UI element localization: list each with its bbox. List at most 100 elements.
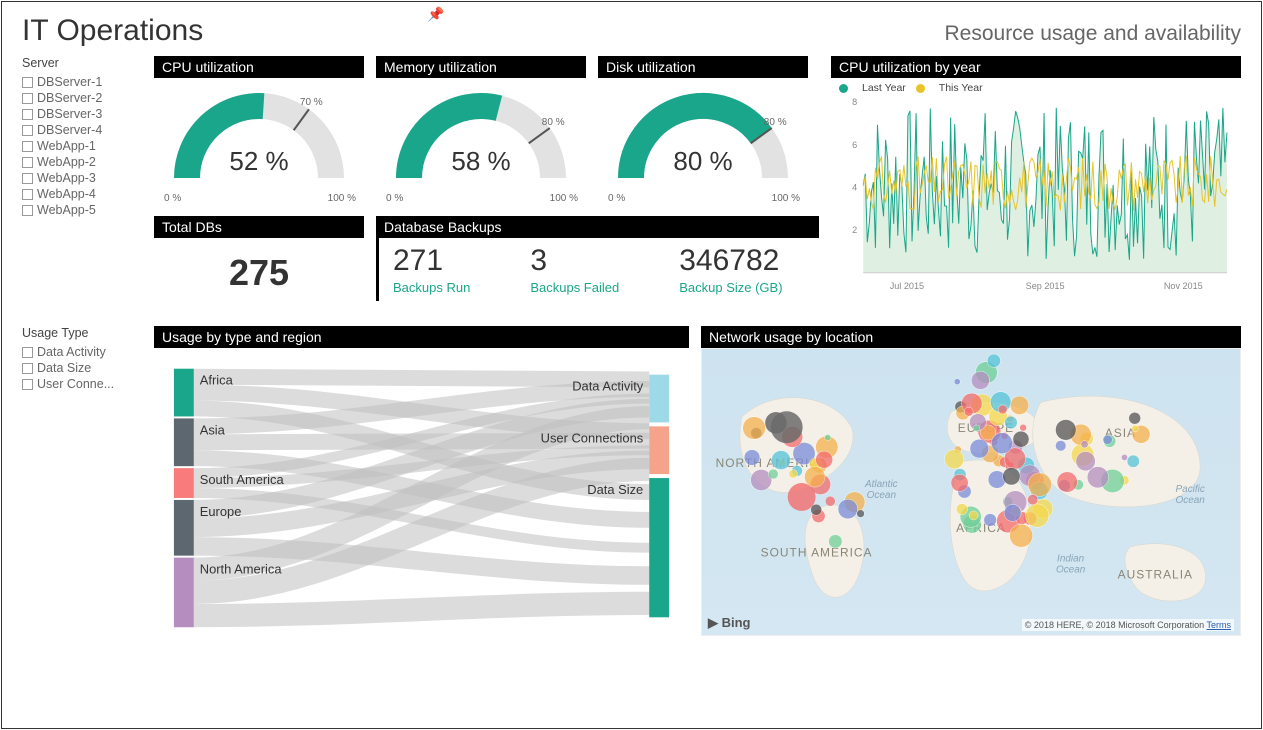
svg-text:Africa: Africa [200, 373, 234, 388]
cpu-year-panel[interactable]: CPU utilization by year Last Year This Ye… [831, 56, 1241, 308]
svg-text:Indian: Indian [1057, 554, 1085, 565]
slicer-item-label: WebApp-5 [37, 203, 96, 217]
disk-gauge-body: 80 % 0 % 100 % 80 % [598, 78, 808, 208]
server-slicer-item[interactable]: WebApp-4 [22, 186, 142, 202]
slicer-item-label: DBServer-1 [37, 75, 102, 89]
svg-text:6: 6 [852, 139, 857, 149]
cpu-gauge-title: CPU utilization [154, 56, 364, 78]
svg-text:Sep 2015: Sep 2015 [1026, 280, 1065, 290]
checkbox-icon[interactable] [22, 205, 33, 216]
map-chart: NORTH AMERICASOUTH AMERICAEUROPEAFRICAAS… [702, 349, 1240, 635]
total-dbs-title: Total DBs [154, 216, 364, 238]
slicer-item-label: DBServer-3 [37, 107, 102, 121]
server-slicer-item[interactable]: DBServer-1 [22, 74, 142, 90]
usage-type-slicer-item[interactable]: Data Activity [22, 344, 142, 360]
slicer-item-label: WebApp-3 [37, 171, 96, 185]
backups-panel[interactable]: Database Backups 271Backups Run 3 Backups … [376, 216, 819, 308]
svg-text:Jul 2015: Jul 2015 [890, 280, 924, 290]
checkbox-icon[interactable] [22, 347, 33, 358]
svg-text:Ocean: Ocean [867, 490, 897, 501]
backups-body: 271Backups Run 3 Backups Failed 346782Backu… [376, 238, 819, 301]
svg-text:Europe: Europe [200, 504, 242, 519]
checkbox-icon[interactable] [22, 173, 33, 184]
header-row: IT Operations Resource usage and availab… [22, 14, 1241, 48]
svg-text:Data Activity: Data Activity [572, 379, 644, 394]
kpi-value: 3 [530, 244, 619, 278]
checkbox-icon[interactable] [22, 363, 33, 374]
svg-text:Data Size: Data Size [587, 482, 643, 497]
map-credits: © 2018 HERE, © 2018 Microsoft Corporatio… [1022, 619, 1234, 631]
server-slicer-title: Server [22, 56, 142, 70]
backup-kpi: 3 Backups Failed [530, 244, 619, 295]
checkbox-icon[interactable] [22, 109, 33, 120]
server-slicer: Server DBServer-1DBServer-2DBServer-3DBS… [22, 56, 142, 308]
checkbox-icon[interactable] [22, 379, 33, 390]
cpu-year-body: Last YearThis Year 2468Jul 2015Sep 2015N… [831, 78, 1241, 298]
pin-icon[interactable]: 📌 [427, 6, 444, 23]
server-slicer-item[interactable]: DBServer-4 [22, 122, 142, 138]
slicer-item-label: Data Size [37, 361, 91, 375]
backups-title: Database Backups [376, 216, 819, 238]
sankey-panel[interactable]: Usage by type and region AfricaAsiaSouth… [154, 326, 689, 636]
memory-gauge-title: Memory utilization [376, 56, 586, 78]
kpi-value: 346782 [679, 244, 782, 278]
server-slicer-item[interactable]: WebApp-1 [22, 138, 142, 154]
legend-item[interactable]: Last Year [839, 82, 906, 94]
slicer-item-label: Data Activity [37, 345, 106, 359]
svg-text:4: 4 [852, 182, 857, 192]
checkbox-icon[interactable] [22, 93, 33, 104]
backup-kpi: 271Backups Run [393, 244, 470, 295]
checkbox-icon[interactable] [22, 189, 33, 200]
memory-gauge-panel[interactable]: Memory utilization 58 % 0 % 100 % 80 % [376, 56, 586, 208]
server-slicer-item[interactable]: DBServer-2 [22, 90, 142, 106]
slicer-item-label: User Conne... [37, 377, 114, 391]
map-body[interactable]: NORTH AMERICASOUTH AMERICAEUROPEAFRICAAS… [701, 348, 1241, 636]
cpu-year-title: CPU utilization by year [831, 56, 1241, 78]
disk-gauge-title: Disk utilization [598, 56, 808, 78]
checkbox-icon[interactable] [22, 77, 33, 88]
map-panel[interactable]: Network usage by location NORTH AMERICAS… [701, 326, 1241, 636]
usage-type-slicer: Usage Type Data Activity Data Size User Co… [22, 326, 142, 636]
total-dbs-panel[interactable]: Total DBs 275 [154, 216, 364, 308]
server-slicer-item[interactable]: WebApp-5 [22, 202, 142, 218]
checkbox-icon[interactable] [22, 125, 33, 136]
svg-text:Ocean: Ocean [1056, 565, 1086, 576]
legend-item[interactable]: This Year [916, 82, 983, 94]
page-title: IT Operations [22, 14, 203, 48]
kpi-label: Backups Failed [530, 280, 619, 295]
kpi-row: Total DBs 275 Database Backups 271Backup… [154, 216, 819, 308]
upper-main: CPU utilization 52 % 0 % 100 % 70 % Memo… [154, 56, 819, 308]
dashboard-page: 📌 IT Operations Resource usage and avail… [1, 1, 1262, 729]
map-terms-link[interactable]: Terms [1207, 620, 1232, 630]
legend-dot [839, 84, 848, 93]
lower-row: Usage Type Data Activity Data Size User Co… [22, 326, 1241, 636]
usage-type-slicer-item[interactable]: User Conne... [22, 376, 142, 392]
usage-type-slicer-title: Usage Type [22, 326, 142, 340]
svg-text:Ocean: Ocean [1176, 495, 1206, 506]
server-slicer-item[interactable]: WebApp-2 [22, 154, 142, 170]
cpu-year-chart: 2468Jul 2015Sep 2015Nov 2015 [839, 98, 1233, 295]
cpu-year-legend: Last Year This Year [839, 82, 1233, 96]
sankey-chart: AfricaAsiaSouth AmericaEuropeNorth Ameri… [158, 352, 685, 632]
bing-logo: ▶ Bing [708, 615, 751, 631]
memory-gauge-body: 58 % 0 % 100 % 80 % [376, 78, 586, 208]
upper-row: Server DBServer-1DBServer-2DBServer-3DBS… [22, 56, 1241, 308]
svg-text:Asia: Asia [200, 422, 226, 437]
checkbox-icon[interactable] [22, 157, 33, 168]
page-subtitle: Resource usage and availability [944, 22, 1241, 46]
server-slicer-item[interactable]: WebApp-3 [22, 170, 142, 186]
svg-text:SOUTH AMERICA: SOUTH AMERICA [761, 546, 873, 560]
usage-type-slicer-item[interactable]: Data Size [22, 360, 142, 376]
svg-text:2: 2 [852, 225, 857, 235]
sankey-body: AfricaAsiaSouth AmericaEuropeNorth Ameri… [154, 348, 689, 636]
cpu-gauge-body: 52 % 0 % 100 % 70 % [154, 78, 364, 208]
cpu-gauge-panel[interactable]: CPU utilization 52 % 0 % 100 % 70 % [154, 56, 364, 208]
disk-gauge-panel[interactable]: Disk utilization 80 % 0 % 100 % 80 % [598, 56, 808, 208]
server-slicer-item[interactable]: DBServer-3 [22, 106, 142, 122]
slicer-item-label: WebApp-1 [37, 139, 96, 153]
map-title: Network usage by location [701, 326, 1241, 348]
checkbox-icon[interactable] [22, 141, 33, 152]
slicer-item-label: WebApp-2 [37, 155, 96, 169]
kpi-value: 271 [393, 244, 470, 278]
backup-kpi: 346782Backup Size (GB) [679, 244, 782, 295]
